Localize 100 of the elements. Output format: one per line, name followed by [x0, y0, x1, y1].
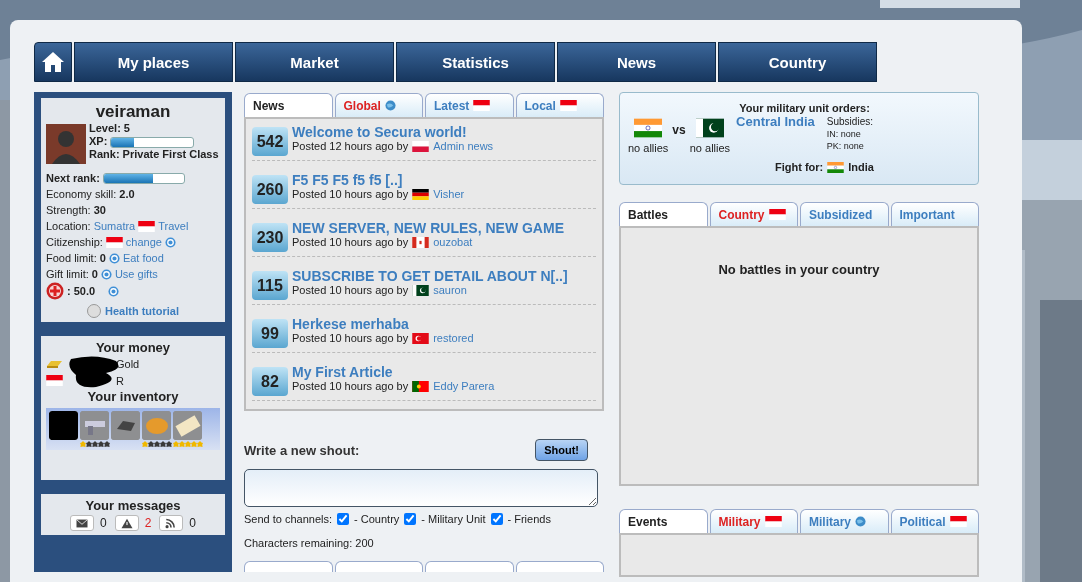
- flag-icon: [138, 220, 156, 232]
- health-icon: [46, 282, 64, 300]
- characters-remaining: Characters remaining: 200: [244, 537, 375, 549]
- tab[interactable]: Country: [709, 202, 798, 226]
- posted-text: Posted 10 hours ago by: [292, 380, 409, 392]
- flag-icon: [949, 516, 967, 527]
- xp-label: XP:: [89, 135, 108, 147]
- country-name: India: [848, 161, 874, 173]
- posted-text: Posted 12 hours ago by: [292, 140, 409, 152]
- vote-count: 542: [252, 127, 288, 156]
- author-link[interactable]: sauron: [433, 284, 467, 296]
- subsidies-label: Subsidies:: [826, 116, 873, 128]
- channel-label: - Military Unit: [421, 513, 486, 525]
- tab[interactable]: [515, 561, 604, 572]
- author-link[interactable]: Eddy Parera: [433, 380, 495, 392]
- article-title[interactable]: My First Article: [292, 364, 393, 380]
- article-title[interactable]: F5 F5 F5 f5 f5 [..]: [292, 172, 403, 188]
- article-title[interactable]: Welcome to Secura world!: [292, 124, 467, 140]
- currency-name: R: [116, 374, 124, 387]
- nav-button[interactable]: Statistics: [396, 42, 555, 82]
- tab[interactable]: Political: [890, 509, 979, 533]
- tab[interactable]: [244, 561, 333, 572]
- shout-title: Write a new shout:: [244, 442, 360, 458]
- channel-checkbox[interactable]: [337, 513, 350, 525]
- flag-icon: [695, 117, 724, 139]
- allies-text: no allies: [689, 142, 731, 154]
- nav-button[interactable]: News: [557, 42, 716, 82]
- eat-food-link[interactable]: Eat food: [122, 250, 164, 266]
- currency-name: Gold: [116, 357, 140, 370]
- flag-icon: [768, 209, 786, 220]
- rank-text: Rank: Private First Class: [89, 148, 219, 161]
- stat-label: Strength:: [46, 203, 91, 218]
- mail-button[interactable]: [69, 515, 94, 531]
- tab[interactable]: Latest: [425, 93, 514, 117]
- flag-icon: [105, 236, 123, 248]
- tab[interactable]: Military: [709, 509, 798, 533]
- channels-label: Send to channels:: [244, 513, 333, 525]
- tab[interactable]: [425, 561, 514, 572]
- subsidy-text: PK: none: [826, 140, 865, 152]
- tab[interactable]: Subsidized: [800, 202, 889, 226]
- inventory-item[interactable]: [111, 411, 140, 440]
- author-link[interactable]: ouzobat: [433, 236, 473, 248]
- stat-label: Gift limit:: [46, 267, 89, 282]
- tab[interactable]: Events: [619, 509, 708, 533]
- change-link[interactable]: change: [125, 234, 162, 250]
- region-link[interactable]: Sumatra: [93, 218, 136, 234]
- nav-button[interactable]: Market: [235, 42, 394, 82]
- flag-icon: [634, 117, 663, 139]
- message-count: 0: [189, 515, 197, 531]
- article-title[interactable]: NEW SERVER, NEW RULES, NEW GAME: [292, 220, 564, 236]
- tab[interactable]: Important: [890, 202, 979, 226]
- help-icon: [108, 285, 120, 297]
- tab[interactable]: Battles: [619, 202, 708, 226]
- inventory-title: Your inventory: [86, 389, 180, 404]
- message-count: 0: [99, 515, 107, 531]
- feed-button[interactable]: [159, 515, 184, 531]
- tab[interactable]: News: [244, 93, 333, 117]
- tab[interactable]: Global: [334, 93, 423, 117]
- travel-link[interactable]: Travel: [158, 218, 189, 234]
- player-name: veiraman: [94, 102, 172, 122]
- region-link[interactable]: Central India: [736, 114, 815, 152]
- help-icon: [108, 252, 120, 264]
- article-title[interactable]: Herkese merhaba: [292, 316, 409, 332]
- shout-button[interactable]: Shout!: [535, 439, 588, 461]
- author-link[interactable]: Visher: [433, 188, 465, 200]
- avatar: [46, 124, 86, 164]
- inventory-item[interactable]: [80, 411, 109, 440]
- stat-value: 30: [93, 203, 106, 218]
- versus-text: vs: [672, 123, 686, 139]
- nav-button[interactable]: My places: [74, 42, 233, 82]
- alert-button[interactable]: [114, 515, 139, 531]
- home-icon: [40, 50, 66, 74]
- flag-icon: [764, 516, 782, 527]
- flag-icon: [412, 236, 430, 248]
- tutorial-link[interactable]: Health tutorial: [105, 305, 179, 317]
- use-gifts-link[interactable]: Use gifts: [114, 266, 158, 282]
- vote-count: 115: [252, 271, 288, 300]
- tab[interactable]: [334, 561, 423, 572]
- flag-icon: [412, 380, 430, 392]
- author-link[interactable]: Admin news: [433, 140, 494, 152]
- vote-count: 230: [252, 223, 288, 252]
- vote-count: 82: [252, 367, 288, 396]
- vote-count: 260: [252, 175, 288, 204]
- nav-button[interactable]: Country: [718, 42, 877, 82]
- tab[interactable]: Local: [515, 93, 604, 117]
- channel-label: - Country: [354, 513, 400, 525]
- home-button[interactable]: [34, 42, 72, 82]
- inventory-item[interactable]: [173, 411, 202, 440]
- tab[interactable]: Military: [800, 509, 889, 533]
- empty-message: No battles in your country: [717, 262, 881, 277]
- flag-icon: [827, 161, 845, 173]
- article-title[interactable]: SUBSCRIBE TO GET DETAIL ABOUT N[..]: [292, 268, 568, 284]
- subsidy-text: IN: none: [826, 128, 862, 140]
- posted-text: Posted 10 hours ago by: [292, 236, 409, 248]
- channel-checkbox[interactable]: [404, 513, 417, 525]
- author-link[interactable]: restored: [433, 332, 474, 344]
- channel-checkbox[interactable]: [490, 513, 503, 525]
- orders-title: Your military unit orders:: [739, 102, 870, 114]
- stat-value: 0: [91, 267, 98, 282]
- shout-input[interactable]: [244, 469, 598, 507]
